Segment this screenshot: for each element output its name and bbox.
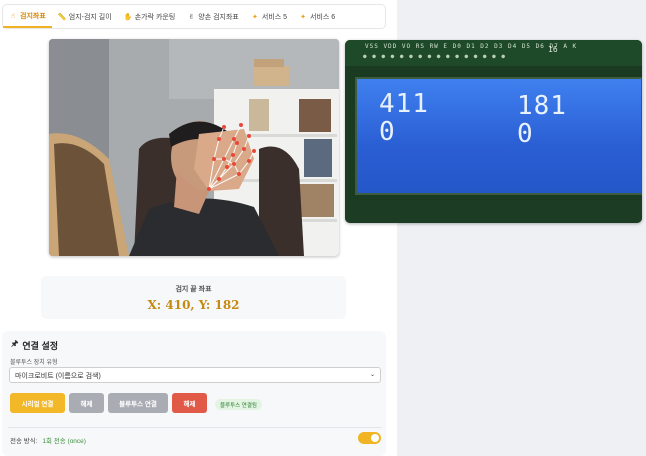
lcd-screen: 411 181 0 0 xyxy=(355,77,642,195)
coordinate-label: 검지 끝 좌표 xyxy=(175,286,212,293)
tab-two-hands-coordinate[interactable]: ✌ 양손 검지좌표 xyxy=(181,5,245,28)
bluetooth-connect-button[interactable]: 블루투스 연결 xyxy=(108,393,168,413)
lcd-display-photo: VSS VDD VO RS RW E D0 D1 D2 D3 D4 D5 D6 … xyxy=(345,40,642,223)
lcd-row2-right: 0 xyxy=(517,119,534,149)
connection-settings-title: 🖈 연결 설정 xyxy=(11,338,58,352)
tab-finger-counting[interactable]: ✋ 손가락 카운팅 xyxy=(118,5,182,28)
connection-settings-panel: 🖈 연결 설정 블루투스 장치 유형 마이크로비트 (이름으로 검색) ⌄ 시리… xyxy=(2,331,386,456)
sparkle-icon: ✦ xyxy=(251,13,258,21)
serial-disconnect-button[interactable]: 해제 xyxy=(69,393,104,413)
tab-service-5[interactable]: ✦ 서비스 5 xyxy=(245,5,293,28)
divider xyxy=(8,427,382,428)
pointing-hand-icon: ☝ xyxy=(10,12,16,20)
transmit-mode-row: 전송 방식: 1회 전송 (once) xyxy=(10,435,86,445)
connection-title-text: 연결 설정 xyxy=(22,340,59,351)
tab-label: 엄지-검지 길이 xyxy=(68,13,112,21)
bluetooth-disconnect-button[interactable]: 해제 xyxy=(172,393,207,413)
lcd-pin-labels: VSS VDD VO RS RW E D0 D1 D2 D3 D4 D5 D6 … xyxy=(365,43,578,50)
tab-label: 손가락 카운팅 xyxy=(134,13,176,21)
plug-icon: 🖈 xyxy=(11,339,19,348)
lcd-pin-dots: ● ● ● ● ● ● ● ● ● ● ● ● ● ● ● ● xyxy=(363,53,506,60)
sparkle-icon: ✦ xyxy=(300,13,306,21)
device-type-label: 블루투스 장치 유형 xyxy=(10,360,58,366)
tab-label: 서비스 5 xyxy=(261,13,288,21)
toggle-knob xyxy=(371,434,379,442)
lcd-board-bottom xyxy=(345,200,642,223)
serial-connect-button[interactable]: 시리얼 연결 xyxy=(10,393,65,413)
bluetooth-status-badge: 블루투스 연결됨 xyxy=(215,399,262,410)
tab-service-6[interactable]: ✦ 서비스 6 xyxy=(293,5,341,28)
hand-counting-icon: ✋ xyxy=(123,13,133,21)
chevron-down-icon: ⌄ xyxy=(369,372,375,378)
transmit-mode-toggle[interactable] xyxy=(358,432,381,444)
coordinate-value: X: 410, Y: 182 xyxy=(147,298,240,312)
two-hands-icon: ✌ xyxy=(188,13,195,21)
index-tip-coordinate-panel: 검지 끝 좌표 X: 410, Y: 182 xyxy=(41,276,346,319)
webcam-feed xyxy=(49,39,339,256)
lcd-row1-left: 411 xyxy=(379,89,429,119)
tab-label: 서비스 6 xyxy=(310,13,336,21)
lcd-row1-right: 181 xyxy=(517,91,567,121)
webcam-scene xyxy=(49,39,339,256)
service-tabbar: ☝ 검지좌표 📏 엄지-검지 길이 ✋ 손가락 카운팅 ✌ 양손 검지좌표 ✦ … xyxy=(2,4,386,29)
lcd-row2-left: 0 xyxy=(379,117,396,147)
tab-index-coordinate[interactable]: ☝ 검지좌표 xyxy=(3,5,52,28)
lcd-pin-number: 16 xyxy=(548,45,558,54)
tab-label: 검지좌표 xyxy=(20,12,46,20)
transmit-mode-label: 전송 방식: xyxy=(10,438,38,445)
tab-label: 양손 검지좌표 xyxy=(198,13,239,21)
ruler-icon: 📏 xyxy=(57,13,67,21)
device-select-value: 마이크로비트 (이름으로 검색) xyxy=(15,373,101,380)
device-type-select[interactable]: 마이크로비트 (이름으로 검색) ⌄ xyxy=(9,367,381,383)
tab-thumb-index-length[interactable]: 📏 엄지-검지 길이 xyxy=(52,5,118,28)
transmit-mode-value: 1회 전송 (once) xyxy=(42,438,86,445)
